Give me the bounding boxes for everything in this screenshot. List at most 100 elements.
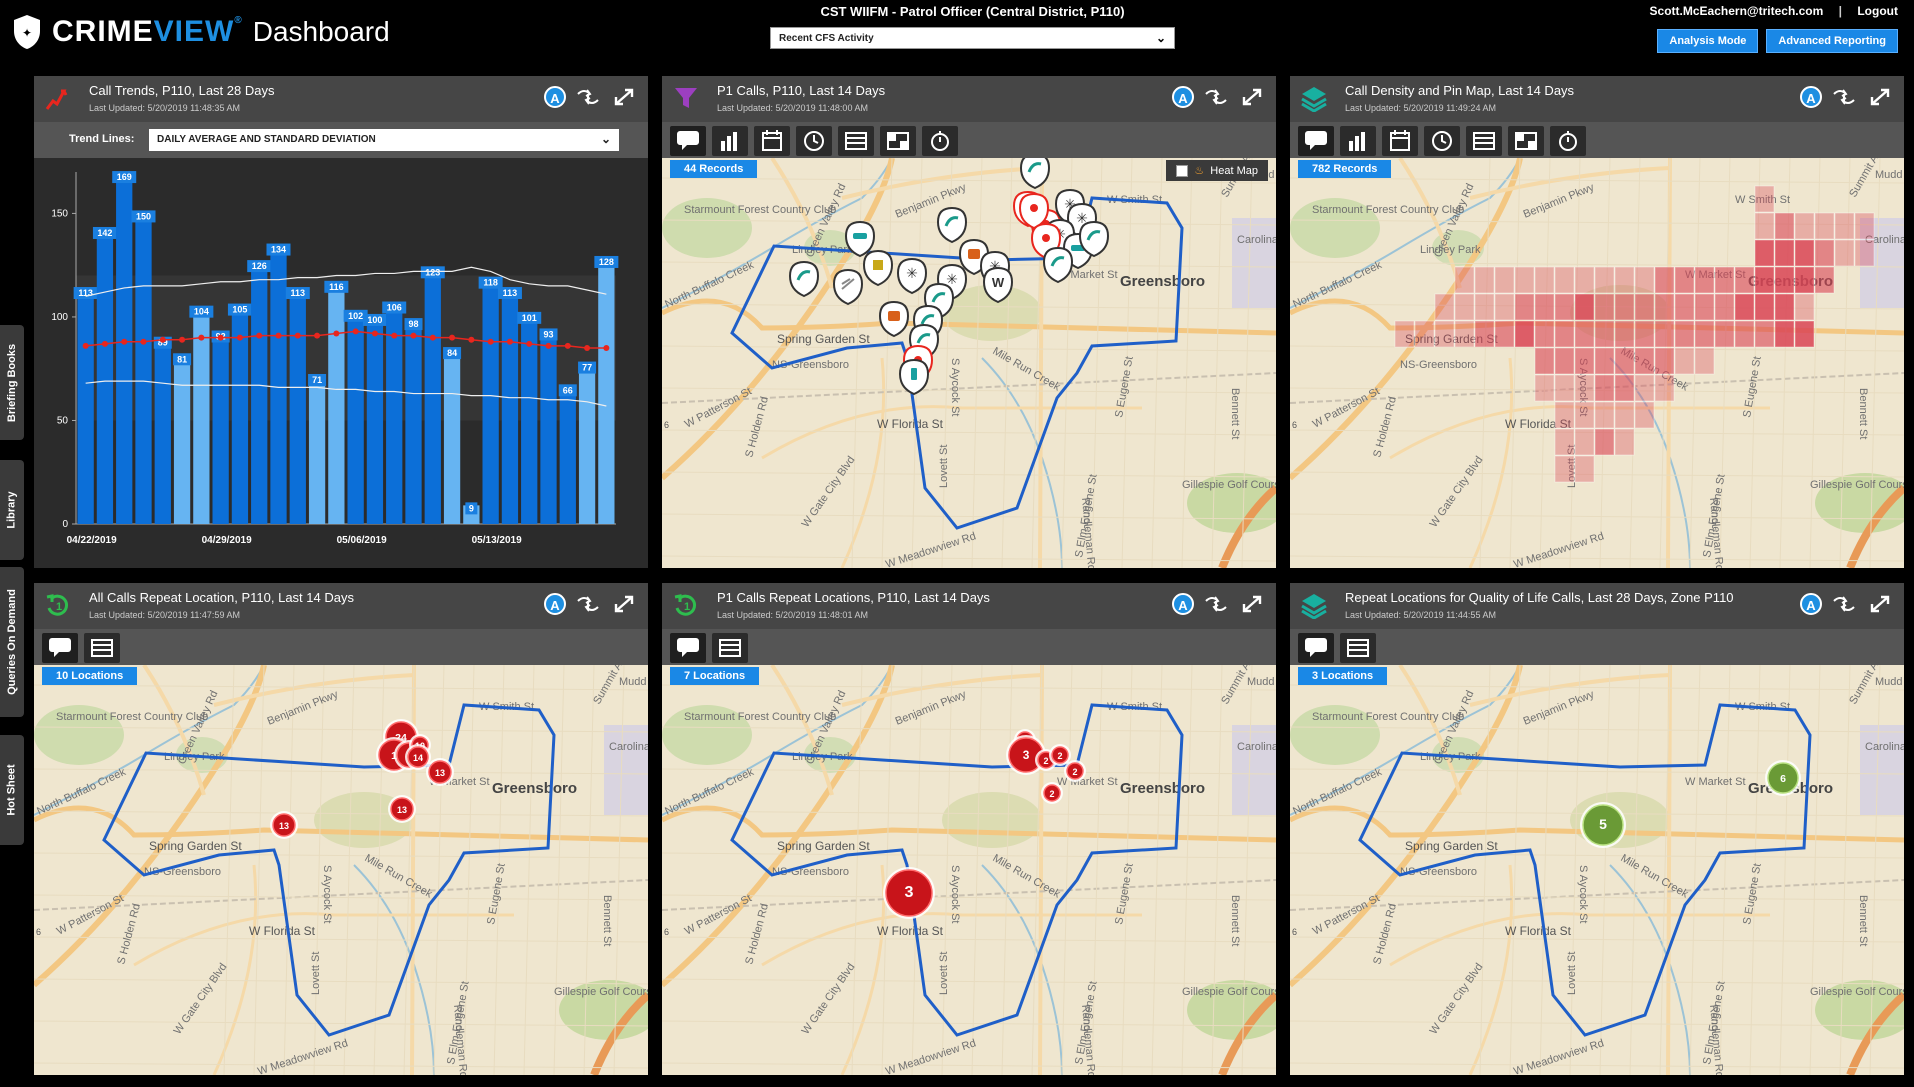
- logout-link[interactable]: Logout: [1857, 4, 1898, 18]
- swap-icon[interactable]: [1830, 86, 1858, 108]
- average-point[interactable]: [294, 332, 301, 339]
- average-point[interactable]: [179, 336, 186, 343]
- map-pin-view-button[interactable]: [670, 126, 706, 156]
- heat-cell[interactable]: [1534, 293, 1555, 321]
- average-point[interactable]: [236, 334, 243, 341]
- heat-cell[interactable]: [1774, 266, 1795, 294]
- bar[interactable]: [77, 290, 94, 524]
- sidetab-library[interactable]: Library: [0, 460, 24, 560]
- heat-cell[interactable]: [1574, 374, 1595, 402]
- heat-cell[interactable]: [1694, 266, 1715, 294]
- bar[interactable]: [559, 387, 576, 524]
- heat-cell[interactable]: [1734, 320, 1755, 348]
- logo[interactable]: ✦ CRIMEVIEW® Dashboard: [12, 14, 390, 50]
- heat-cell[interactable]: [1754, 293, 1775, 321]
- map-pin-view-button[interactable]: [670, 633, 706, 663]
- trend-lines-select[interactable]: DAILY AVERAGE AND STANDARD DEVIATION ⌄: [149, 129, 619, 151]
- bar[interactable]: [173, 356, 191, 524]
- bar[interactable]: [251, 263, 268, 524]
- heat-cell[interactable]: [1574, 347, 1595, 375]
- stopwatch-view-button[interactable]: [922, 126, 958, 156]
- analysis-a-icon[interactable]: A: [1172, 593, 1194, 615]
- map-pin-view-button[interactable]: [1298, 633, 1334, 663]
- heat-cell[interactable]: [1674, 266, 1695, 294]
- heat-cell[interactable]: [1794, 320, 1815, 348]
- expand-icon[interactable]: [610, 86, 638, 108]
- map-view[interactable]: Greensboro Starmount Forest Country Club L…: [34, 665, 648, 1075]
- heat-cell[interactable]: [1714, 293, 1735, 321]
- repeat-location-marker[interactable]: 5: [1580, 802, 1626, 848]
- swap-icon[interactable]: [1202, 593, 1230, 615]
- bar[interactable]: [193, 308, 210, 524]
- average-point[interactable]: [314, 332, 321, 339]
- heat-cell[interactable]: [1614, 374, 1635, 402]
- swap-icon[interactable]: [1202, 86, 1230, 108]
- heat-cell[interactable]: [1414, 320, 1435, 348]
- heat-cell[interactable]: [1714, 320, 1735, 348]
- average-point[interactable]: [429, 334, 436, 341]
- heat-cell[interactable]: [1574, 293, 1595, 321]
- bar[interactable]: [135, 213, 152, 524]
- heat-cell[interactable]: [1754, 320, 1775, 348]
- average-point[interactable]: [584, 345, 591, 351]
- heat-cell[interactable]: [1714, 266, 1735, 294]
- expand-icon[interactable]: [610, 593, 638, 615]
- heat-cell[interactable]: [1494, 293, 1515, 321]
- view-select[interactable]: Recent CFS Activity ⌄: [770, 27, 1175, 49]
- average-point[interactable]: [468, 336, 475, 343]
- repeat-location-marker[interactable]: 2: [1041, 782, 1063, 804]
- sidetab-queries-on-demand[interactable]: Queries On Demand: [0, 567, 24, 717]
- heat-cell[interactable]: [1814, 212, 1835, 240]
- heat-cell[interactable]: [1814, 266, 1835, 294]
- heat-cell[interactable]: [1654, 320, 1675, 348]
- heat-cell[interactable]: [1774, 212, 1795, 240]
- heat-cell[interactable]: [1774, 239, 1795, 267]
- heat-cell[interactable]: [1534, 266, 1555, 294]
- repeat-location-marker[interactable]: 13: [426, 758, 454, 786]
- sidetab-briefing-books[interactable]: Briefing Books: [0, 325, 24, 440]
- bar[interactable]: [289, 290, 306, 524]
- heat-cell[interactable]: [1654, 374, 1675, 402]
- heat-cell[interactable]: [1754, 212, 1775, 240]
- heat-cell[interactable]: [1554, 293, 1575, 321]
- heat-cell[interactable]: [1774, 320, 1795, 348]
- bar[interactable]: [347, 312, 364, 524]
- table-view-button[interactable]: [1466, 126, 1502, 156]
- heat-cell[interactable]: [1654, 266, 1675, 294]
- bar[interactable]: [308, 376, 326, 524]
- heat-cell[interactable]: [1574, 401, 1595, 429]
- analysis-a-icon[interactable]: A: [1800, 593, 1822, 615]
- heat-cell[interactable]: [1454, 320, 1475, 348]
- heat-cell[interactable]: [1514, 293, 1535, 321]
- bar[interactable]: [578, 364, 596, 524]
- heat-cell[interactable]: [1614, 401, 1635, 429]
- heat-cell[interactable]: [1634, 401, 1655, 429]
- repeat-location-marker[interactable]: 13: [388, 795, 416, 823]
- average-point[interactable]: [526, 340, 533, 347]
- analysis-a-icon[interactable]: A: [544, 86, 566, 108]
- heat-cell[interactable]: [1514, 266, 1535, 294]
- average-point[interactable]: [275, 332, 282, 339]
- repeat-location-marker[interactable]: 13: [270, 811, 298, 839]
- heat-cell[interactable]: [1534, 374, 1555, 402]
- bar[interactable]: [540, 331, 557, 524]
- expand-icon[interactable]: [1238, 86, 1266, 108]
- bar-chart-view-button[interactable]: [712, 126, 748, 156]
- heat-cell[interactable]: [1634, 347, 1655, 375]
- stopwatch-view-button[interactable]: [1550, 126, 1586, 156]
- heat-cell[interactable]: [1794, 266, 1815, 294]
- clock-view-button[interactable]: [1424, 126, 1460, 156]
- heat-cell[interactable]: [1554, 455, 1575, 483]
- heat-cell[interactable]: [1694, 320, 1715, 348]
- bar[interactable]: [501, 290, 519, 524]
- bar[interactable]: [328, 283, 345, 524]
- heat-cell[interactable]: [1674, 293, 1695, 321]
- heat-cell[interactable]: [1594, 293, 1615, 321]
- map-pin-view-button[interactable]: [42, 633, 78, 663]
- bar[interactable]: [366, 316, 384, 524]
- heat-cell[interactable]: [1674, 347, 1695, 375]
- heat-cell[interactable]: [1594, 266, 1615, 294]
- heat-cell[interactable]: [1834, 239, 1855, 267]
- bar[interactable]: [443, 350, 461, 524]
- table-view-button[interactable]: [712, 633, 748, 663]
